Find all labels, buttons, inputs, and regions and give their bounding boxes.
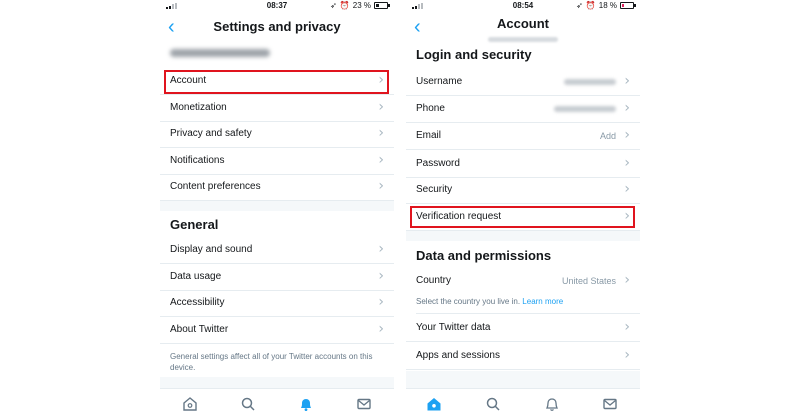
row-label: Content preferences (170, 181, 261, 192)
email-value: Add (599, 131, 616, 141)
chevron-right-icon: › (378, 125, 384, 141)
account-row-phone[interactable]: Phone › (406, 96, 640, 123)
location-icon: ➶ (330, 1, 337, 10)
battery-icon (374, 2, 390, 9)
status-bar: 08:37 ➶ ⏰ 23 % (160, 0, 394, 13)
chevron-right-icon: › (378, 241, 384, 257)
nav-bar: ‹ Account (406, 13, 640, 43)
search-icon[interactable] (240, 396, 256, 412)
messages-icon[interactable] (356, 396, 372, 412)
chevron-right-icon: › (624, 73, 630, 89)
messages-icon[interactable] (602, 396, 618, 412)
search-icon[interactable] (485, 396, 501, 412)
row-label: Username (416, 76, 463, 87)
account-row-apps-and-sessions[interactable]: Apps and sessions › (406, 343, 640, 370)
section-title-login-and-security: Login and security (416, 47, 532, 62)
tab-bar (406, 388, 640, 418)
settings-row-notifications[interactable]: Notifications › (160, 148, 394, 175)
chevron-right-icon: › (624, 181, 630, 197)
row-label: Display and sound (170, 244, 253, 255)
chevron-right-icon: › (378, 152, 384, 168)
account-row-country[interactable]: Country United States › (406, 268, 640, 295)
chevron-right-icon: › (624, 272, 630, 288)
settings-row-data-usage[interactable]: Data usage › (160, 264, 394, 291)
tab-bar (160, 388, 394, 418)
chevron-right-icon: › (624, 319, 630, 335)
row-label: Monetization (170, 102, 227, 113)
account-row-password[interactable]: Password › (406, 151, 640, 178)
section-divider (160, 201, 394, 211)
chevron-right-icon: › (378, 294, 384, 310)
row-label: Apps and sessions (416, 350, 500, 361)
battery-percent: 23 % (352, 1, 371, 10)
chevron-right-icon: › (624, 155, 630, 171)
home-icon[interactable] (426, 396, 442, 412)
chevron-right-icon: › (378, 178, 384, 194)
notifications-bell-icon[interactable] (298, 396, 314, 412)
username-value-redacted (564, 79, 616, 85)
alarm-icon: ⏰ (585, 1, 596, 10)
settings-row-about-twitter[interactable]: About Twitter › (160, 317, 394, 344)
battery-percent: 18 % (598, 1, 617, 10)
section-divider (406, 371, 640, 388)
country-note: Select the country you live in. Learn mo… (416, 296, 640, 314)
settings-row-display-and-sound[interactable]: Display and sound › (160, 237, 394, 264)
row-label: About Twitter (170, 324, 229, 335)
alarm-icon: ⏰ (339, 1, 350, 10)
highlight-box-account (164, 70, 389, 94)
learn-more-link[interactable]: Learn more (522, 297, 563, 306)
location-icon: ➶ (576, 1, 583, 10)
settings-row-accessibility[interactable]: Accessibility › (160, 290, 394, 317)
chevron-right-icon: › (624, 347, 630, 363)
settings-row-monetization[interactable]: Monetization › (160, 95, 394, 122)
row-label: Privacy and safety (170, 128, 252, 139)
chevron-right-icon: › (378, 268, 384, 284)
account-handle-redacted (170, 49, 270, 57)
section-divider (160, 377, 394, 388)
status-bar: 08:54 ➶ ⏰ 18 % (406, 0, 640, 13)
account-row-email[interactable]: Email Add › (406, 123, 640, 150)
settings-row-privacy-and-safety[interactable]: Privacy and safety › (160, 121, 394, 148)
nav-bar: ‹ Settings and privacy (160, 13, 394, 43)
section-title-data-and-permissions: Data and permissions (416, 248, 552, 263)
account-row-username[interactable]: Username › (406, 69, 640, 96)
country-value: United States (561, 276, 616, 286)
row-label: Security (416, 184, 453, 195)
settings-and-privacy-screen: 08:37 ➶ ⏰ 23 % ‹ Settings and privacy Ac… (160, 0, 394, 418)
settings-row-content-preferences[interactable]: Content preferences › (160, 174, 394, 201)
country-note-text: Select the country you live in. (416, 297, 521, 306)
row-label: Country (416, 275, 452, 286)
general-settings-note: General settings affect all of your Twit… (170, 352, 373, 372)
row-label: Email (416, 130, 442, 141)
notifications-bell-icon[interactable] (544, 396, 560, 412)
chevron-right-icon: › (378, 99, 384, 115)
chevron-right-icon: › (624, 127, 630, 143)
account-row-your-twitter-data[interactable]: Your Twitter data › (406, 315, 640, 342)
chevron-right-icon: › (378, 321, 384, 337)
highlight-box-verification-request (410, 206, 635, 228)
page-title: Account (497, 16, 549, 31)
page-title: Settings and privacy (213, 19, 341, 34)
row-label: Phone (416, 103, 445, 114)
home-icon[interactable] (182, 396, 198, 412)
row-label: Notifications (170, 155, 225, 166)
account-row-security[interactable]: Security › (406, 177, 640, 204)
account-screen: 08:54 ➶ ⏰ 18 % ‹ Account Login and secur… (406, 0, 640, 418)
phone-value-redacted (554, 106, 616, 112)
chevron-right-icon: › (624, 100, 630, 116)
row-label: Password (416, 158, 460, 169)
row-label: Your Twitter data (416, 322, 491, 333)
row-label: Data usage (170, 271, 222, 282)
battery-icon (620, 2, 636, 9)
section-title-general: General (170, 217, 219, 232)
row-label: Accessibility (170, 297, 225, 308)
section-divider (406, 231, 640, 241)
